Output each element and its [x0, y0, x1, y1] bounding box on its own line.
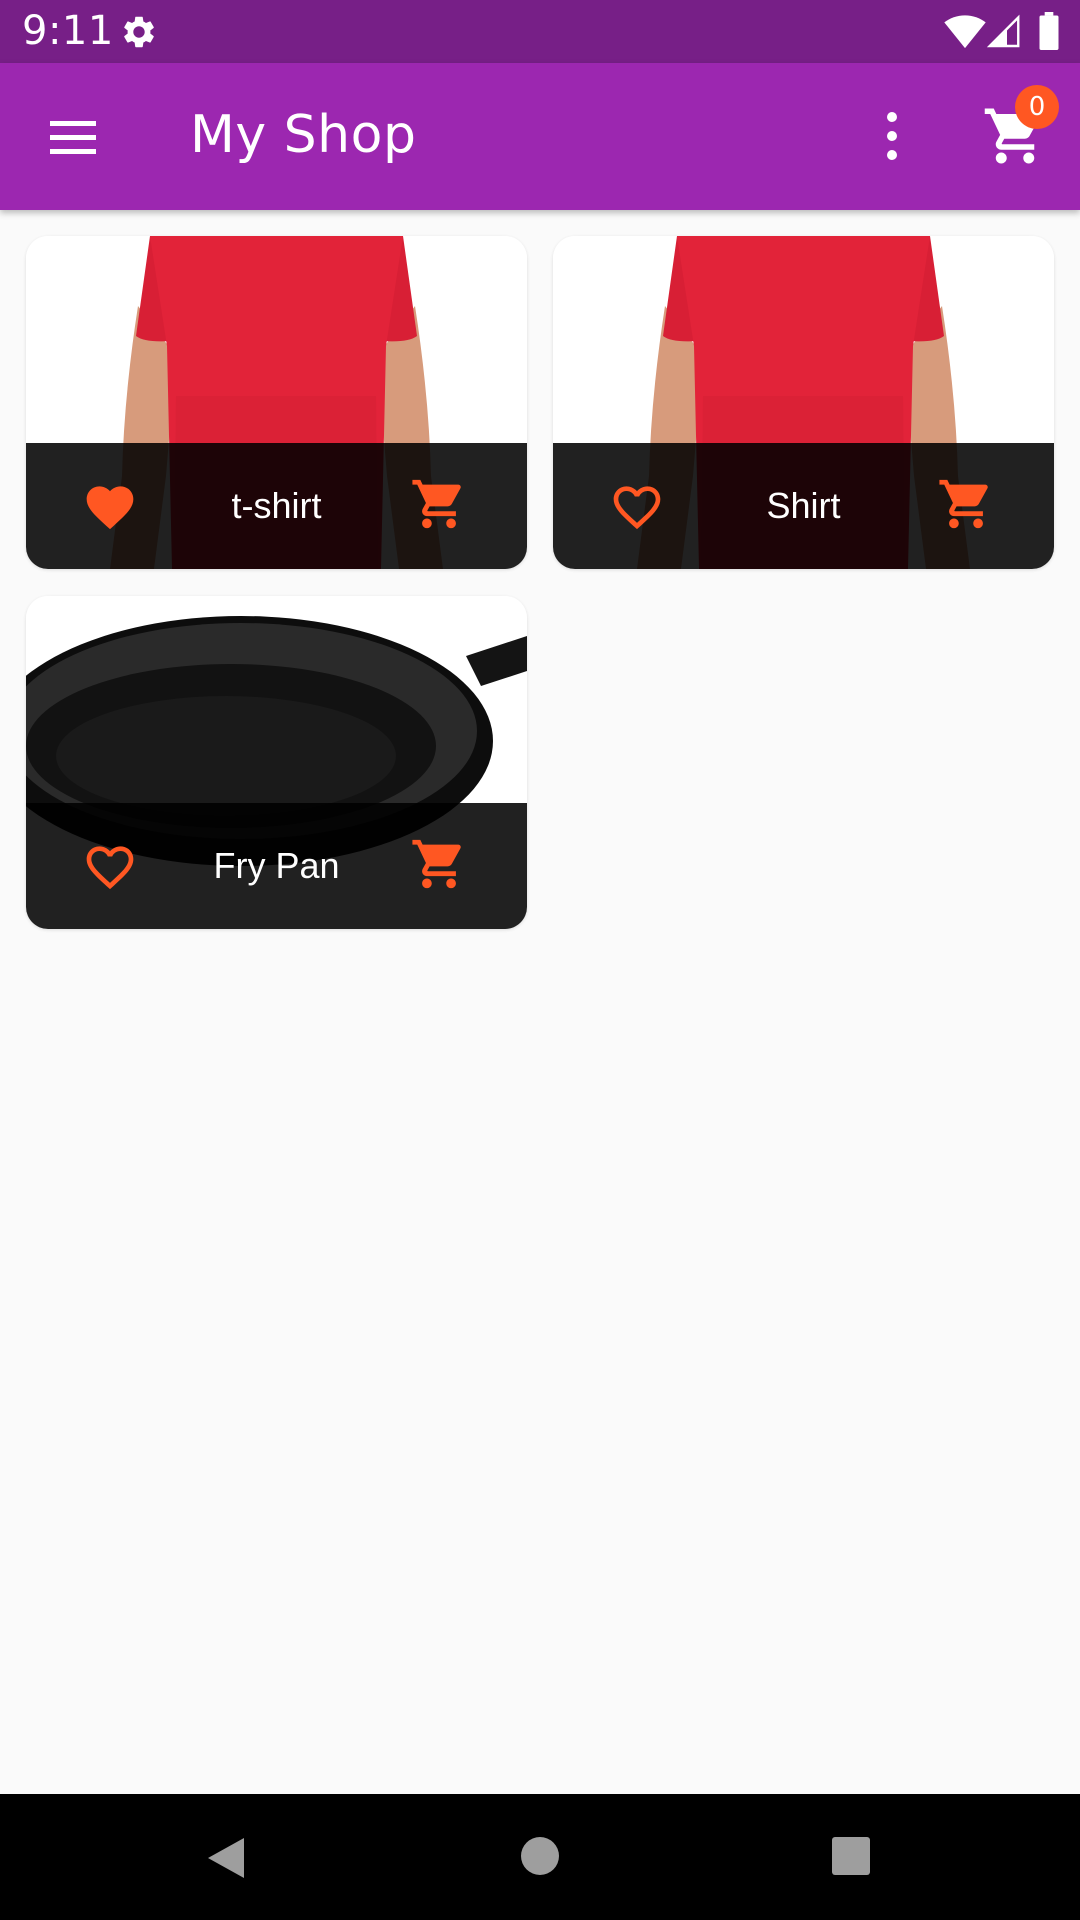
product-title: Fry Pan — [213, 845, 340, 886]
cell-signal-icon — [986, 14, 1020, 48]
wifi-icon — [944, 15, 986, 49]
status-bar: 9:11 — [0, 0, 1080, 63]
page-title: My Shop — [190, 105, 417, 165]
battery-icon — [1039, 12, 1059, 50]
app-bar: My Shop — [0, 63, 1080, 210]
product-card[interactable]: t-shirt — [26, 236, 527, 569]
card-footer: t-shirt — [26, 443, 527, 569]
card-footer: Fry Pan — [26, 803, 527, 929]
product-card[interactable]: Fry Pan — [26, 596, 527, 929]
more-vert-icon[interactable] — [870, 107, 914, 167]
product-title: Shirt — [766, 485, 841, 526]
add-to-cart-icon[interactable] — [937, 475, 995, 533]
status-time: 9:11 — [22, 8, 114, 54]
gear-icon — [124, 16, 154, 48]
add-to-cart-icon[interactable] — [410, 475, 468, 533]
back-icon[interactable] — [204, 1834, 248, 1882]
add-to-cart-icon[interactable] — [410, 835, 468, 893]
cart-count-badge: 0 — [1015, 85, 1059, 129]
heart-filled-icon[interactable] — [82, 479, 138, 531]
card-footer: Shirt — [553, 443, 1054, 569]
screen: 9:11 My Shop 0 t-shirt Shirt Fry Pan — [0, 0, 1080, 1920]
product-card[interactable]: Shirt — [553, 236, 1054, 569]
system-nav-bar — [0, 1794, 1080, 1920]
recents-icon[interactable] — [831, 1836, 871, 1876]
heart-outline-icon[interactable] — [82, 839, 138, 891]
home-icon[interactable] — [520, 1836, 560, 1876]
heart-outline-icon[interactable] — [609, 479, 665, 531]
menu-icon[interactable] — [40, 111, 106, 163]
product-title: t-shirt — [231, 485, 322, 526]
